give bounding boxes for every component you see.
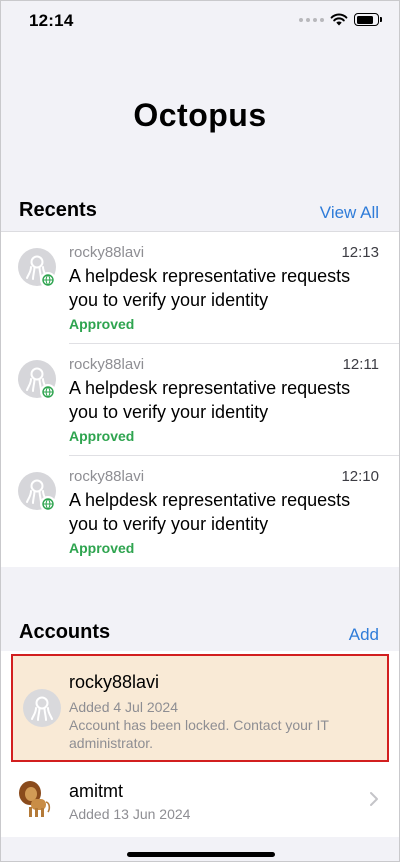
account-locked-note: Account has been locked. Contact your IT… [69,717,329,751]
octopus-avatar-icon [18,472,56,512]
globe-badge-icon [40,384,56,400]
recent-message: A helpdesk representative requests you t… [69,490,351,534]
view-all-link[interactable]: View All [320,203,379,223]
recent-username: rocky88lavi [69,244,145,261]
account-name: rocky88lavi [69,672,160,692]
recents-list: rocky88lavi 12:13 A helpdesk representat… [1,231,399,567]
account-added-date: Added 4 Jul 2024 [69,699,178,715]
octopus-avatar-icon [18,360,56,400]
account-item-locked[interactable]: rocky88lavi Added 4 Jul 2024 Account has… [11,654,389,762]
octopus-avatar-icon [23,689,61,727]
status-badge: Approved [69,316,135,332]
accounts-header: Accounts Add [1,621,399,651]
octopus-avatar-icon [18,248,56,288]
chevron-right-icon [370,792,378,806]
recent-time: 12:11 [342,356,379,373]
home-indicator[interactable] [127,852,275,857]
cellular-signal-icon [299,17,324,22]
recents-title: Recents [19,199,97,221]
status-bar: 12:14 [1,1,399,45]
account-item[interactable]: amitmt Added 13 Jun 2024 [1,767,399,837]
recent-time: 12:13 [341,244,379,261]
status-time: 12:14 [29,11,74,30]
accounts-list: rocky88lavi Added 4 Jul 2024 Account has… [1,651,399,837]
recent-item[interactable]: rocky88lavi 12:10 A helpdesk representat… [1,456,399,568]
globe-badge-icon [40,272,56,288]
recent-time: 12:10 [341,468,379,485]
accounts-title: Accounts [19,621,111,643]
recents-header: Recents View All [1,199,399,229]
account-added-date: Added 13 Jun 2024 [69,806,191,822]
recent-item[interactable]: rocky88lavi 12:11 A helpdesk representat… [1,344,399,456]
lion-avatar-icon [19,781,51,817]
recent-message: A helpdesk representative requests you t… [69,378,351,422]
recent-message: A helpdesk representative requests you t… [69,266,351,310]
app-title: Octopus [133,97,267,133]
recent-username: rocky88lavi [69,468,145,485]
status-icons [299,13,382,26]
battery-icon [354,13,382,26]
add-account-link[interactable]: Add [349,625,379,645]
recent-item[interactable]: rocky88lavi 12:13 A helpdesk representat… [1,232,399,344]
account-name: amitmt [69,781,123,801]
status-badge: Approved [69,428,135,444]
recent-username: rocky88lavi [69,356,145,373]
status-badge: Approved [69,540,135,556]
globe-badge-icon [40,496,56,512]
wifi-icon [330,13,348,26]
